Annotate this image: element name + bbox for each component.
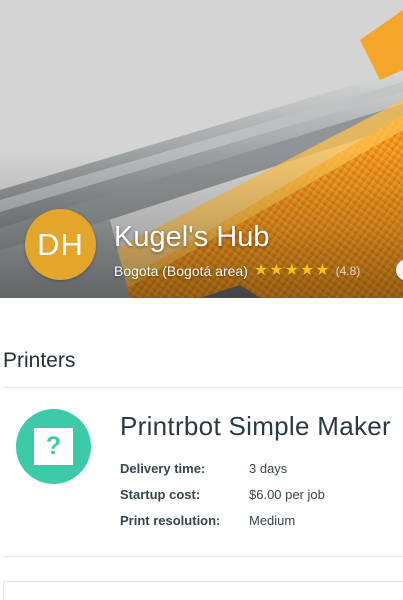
hub-rating-value: (4.8) bbox=[335, 264, 361, 278]
next-section-card[interactable] bbox=[3, 581, 403, 600]
spec-value: $6.00 per job bbox=[249, 487, 325, 502]
section-divider bbox=[3, 387, 403, 388]
spec-label: Print resolution: bbox=[120, 513, 221, 528]
section-divider bbox=[3, 556, 403, 557]
star-icon: ★ bbox=[269, 262, 284, 279]
printer-name[interactable]: Printrbot Simple Maker bbox=[120, 408, 391, 444]
question-glyph: ? bbox=[45, 432, 62, 460]
star-icon: ★ bbox=[315, 262, 330, 279]
spec-label: Delivery time: bbox=[120, 461, 206, 476]
spec-value: Medium bbox=[249, 513, 296, 528]
star-icon: ★ bbox=[299, 262, 315, 279]
question-mark-icon: ? bbox=[16, 409, 91, 484]
star-icon: ★ bbox=[284, 262, 299, 279]
printers-heading: Printers bbox=[3, 349, 76, 372]
hub-location: Bogota (Bogotá area) bbox=[114, 263, 248, 279]
star-icon: ★ bbox=[253, 262, 269, 279]
hub-cover-image: DH Kugel's Hub Bogota (Bogotá area) ★ ★ ★ ★… bbox=[0, 0, 403, 298]
hub-page: DH Kugel's Hub Bogota (Bogotá area) ★ ★ ★ ★… bbox=[0, 0, 403, 600]
hub-title: Kugel's Hub bbox=[114, 221, 270, 253]
rating-stars: ★ ★ ★ ★ ★ bbox=[254, 263, 331, 279]
spec-label: Startup cost: bbox=[120, 487, 201, 502]
avatar-initials: DH bbox=[37, 226, 84, 262]
hub-meta: Bogota (Bogotá area) ★ ★ ★ ★ ★ (4.8) bbox=[114, 261, 360, 281]
spec-value: 3 days bbox=[249, 461, 288, 476]
printer-placeholder-image: ? bbox=[34, 428, 73, 465]
hub-avatar[interactable]: DH bbox=[25, 209, 96, 280]
